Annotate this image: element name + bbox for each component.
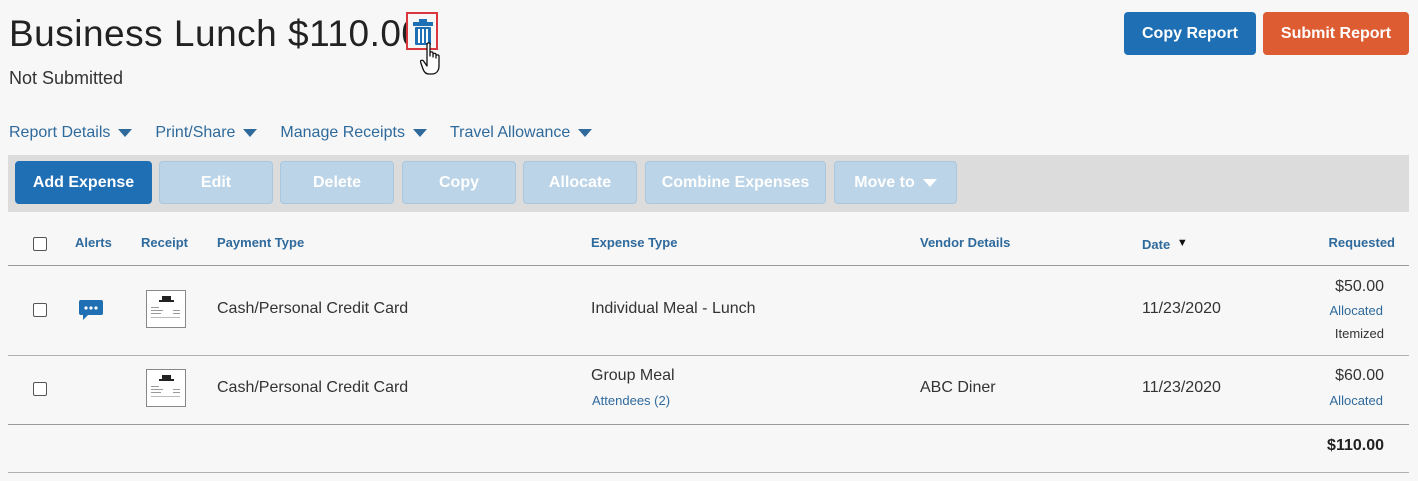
column-header-requested[interactable]: Requested bbox=[1295, 235, 1395, 250]
row-checkbox[interactable] bbox=[33, 382, 47, 396]
attendees-link[interactable]: Attendees (2) bbox=[592, 393, 670, 408]
menu-print-share[interactable]: Print/Share bbox=[155, 122, 258, 144]
allocated-link[interactable]: Allocated bbox=[1284, 303, 1383, 318]
vendor-cell: ABC Diner bbox=[920, 379, 996, 396]
move-to-button[interactable]: Move to bbox=[834, 161, 957, 204]
column-header-alerts[interactable]: Alerts bbox=[75, 235, 112, 250]
caret-down-icon bbox=[243, 129, 258, 137]
sort-descending-icon: ▼ bbox=[1176, 237, 1188, 249]
column-header-receipt[interactable]: Receipt bbox=[141, 235, 188, 250]
hand-cursor-icon bbox=[420, 42, 440, 75]
row-checkbox[interactable] bbox=[33, 303, 47, 317]
menu-label: Report Details bbox=[9, 124, 111, 141]
header-divider bbox=[8, 265, 1409, 266]
menu-manage-receipts[interactable]: Manage Receipts bbox=[280, 122, 427, 144]
receipt-image-icon bbox=[151, 296, 180, 318]
menu-label: Manage Receipts bbox=[280, 124, 405, 141]
combine-expenses-button[interactable]: Combine Expenses bbox=[645, 161, 826, 204]
expense-toolbar: Add Expense Edit Delete Copy Allocate Co… bbox=[8, 155, 1409, 212]
amount-cell: $60.00 bbox=[1335, 367, 1384, 384]
expense-type-cell: Individual Meal - Lunch bbox=[591, 300, 756, 317]
receipt-image-icon bbox=[151, 375, 180, 397]
caret-down-icon bbox=[922, 178, 937, 187]
edit-button[interactable]: Edit bbox=[159, 161, 273, 204]
comment-bubble-icon[interactable] bbox=[79, 300, 103, 321]
expense-type-cell: Group Meal bbox=[591, 367, 675, 384]
receipt-thumbnail[interactable] bbox=[146, 369, 186, 407]
menu-report-details[interactable]: Report Details bbox=[9, 122, 133, 144]
report-total: $110.00 bbox=[1327, 437, 1384, 454]
payment-type-cell: Cash/Personal Credit Card bbox=[217, 379, 409, 396]
date-header-label: Date bbox=[1142, 237, 1171, 252]
amount-cell: $50.00 bbox=[1335, 278, 1384, 295]
select-all-checkbox[interactable] bbox=[33, 237, 47, 251]
move-to-label: Move to bbox=[854, 173, 915, 191]
menu-label: Print/Share bbox=[155, 124, 236, 141]
column-header-payment-type[interactable]: Payment Type bbox=[217, 235, 304, 250]
allocated-link[interactable]: Allocated bbox=[1284, 393, 1383, 408]
caret-down-icon bbox=[118, 129, 133, 137]
total-divider bbox=[8, 424, 1409, 425]
copy-report-button[interactable]: Copy Report bbox=[1124, 12, 1256, 55]
caret-down-icon bbox=[578, 129, 593, 137]
report-menu-bar: Report Details Print/Share Manage Receip… bbox=[9, 122, 615, 144]
date-cell: 11/23/2020 bbox=[1142, 379, 1221, 396]
allocate-button[interactable]: Allocate bbox=[523, 161, 637, 204]
report-status: Not Submitted bbox=[9, 68, 124, 88]
report-title: Business Lunch $110.00 bbox=[9, 13, 423, 54]
row-divider bbox=[8, 355, 1409, 356]
menu-label: Travel Allowance bbox=[449, 124, 571, 141]
date-cell: 11/23/2020 bbox=[1142, 300, 1221, 317]
footer-divider bbox=[8, 472, 1409, 473]
delete-button[interactable]: Delete bbox=[280, 161, 394, 204]
copy-button[interactable]: Copy bbox=[402, 161, 516, 204]
column-header-vendor-details[interactable]: Vendor Details bbox=[920, 235, 1010, 250]
submit-report-button[interactable]: Submit Report bbox=[1263, 12, 1409, 55]
column-header-date[interactable]: Date ▼ bbox=[1142, 237, 1188, 252]
caret-down-icon bbox=[412, 129, 427, 137]
column-header-expense-type[interactable]: Expense Type bbox=[591, 235, 677, 250]
menu-travel-allowance[interactable]: Travel Allowance bbox=[449, 122, 593, 144]
receipt-thumbnail[interactable] bbox=[146, 290, 186, 328]
itemized-label: Itemized bbox=[1334, 326, 1384, 341]
payment-type-cell: Cash/Personal Credit Card bbox=[217, 300, 409, 317]
add-expense-button[interactable]: Add Expense bbox=[15, 161, 152, 204]
